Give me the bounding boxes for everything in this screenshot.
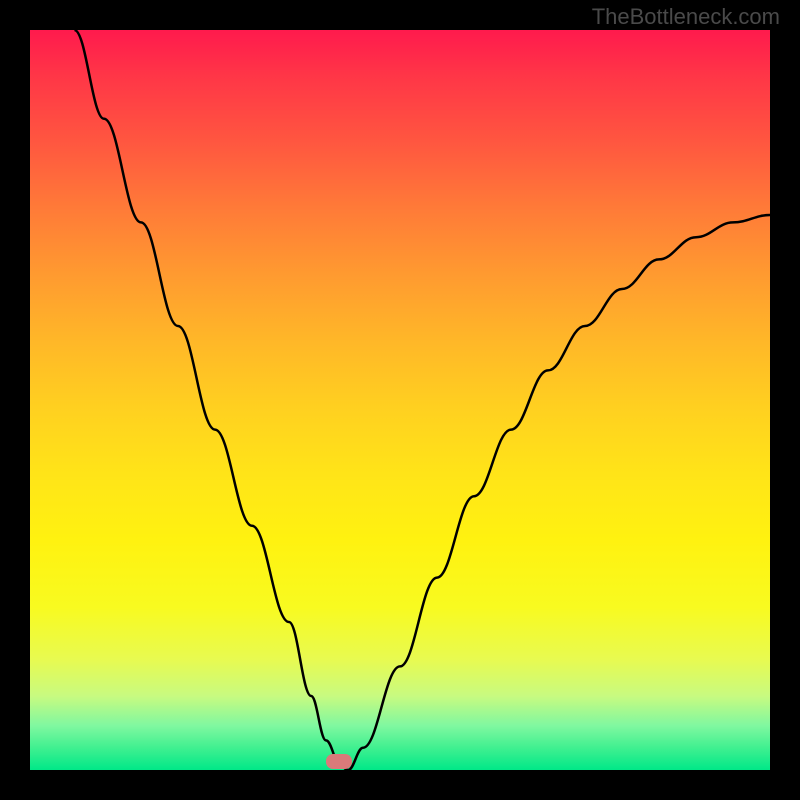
optimal-marker <box>326 754 352 769</box>
watermark-text: TheBottleneck.com <box>592 4 780 30</box>
chart-plot-area <box>30 30 770 770</box>
bottleneck-curve <box>30 30 770 770</box>
